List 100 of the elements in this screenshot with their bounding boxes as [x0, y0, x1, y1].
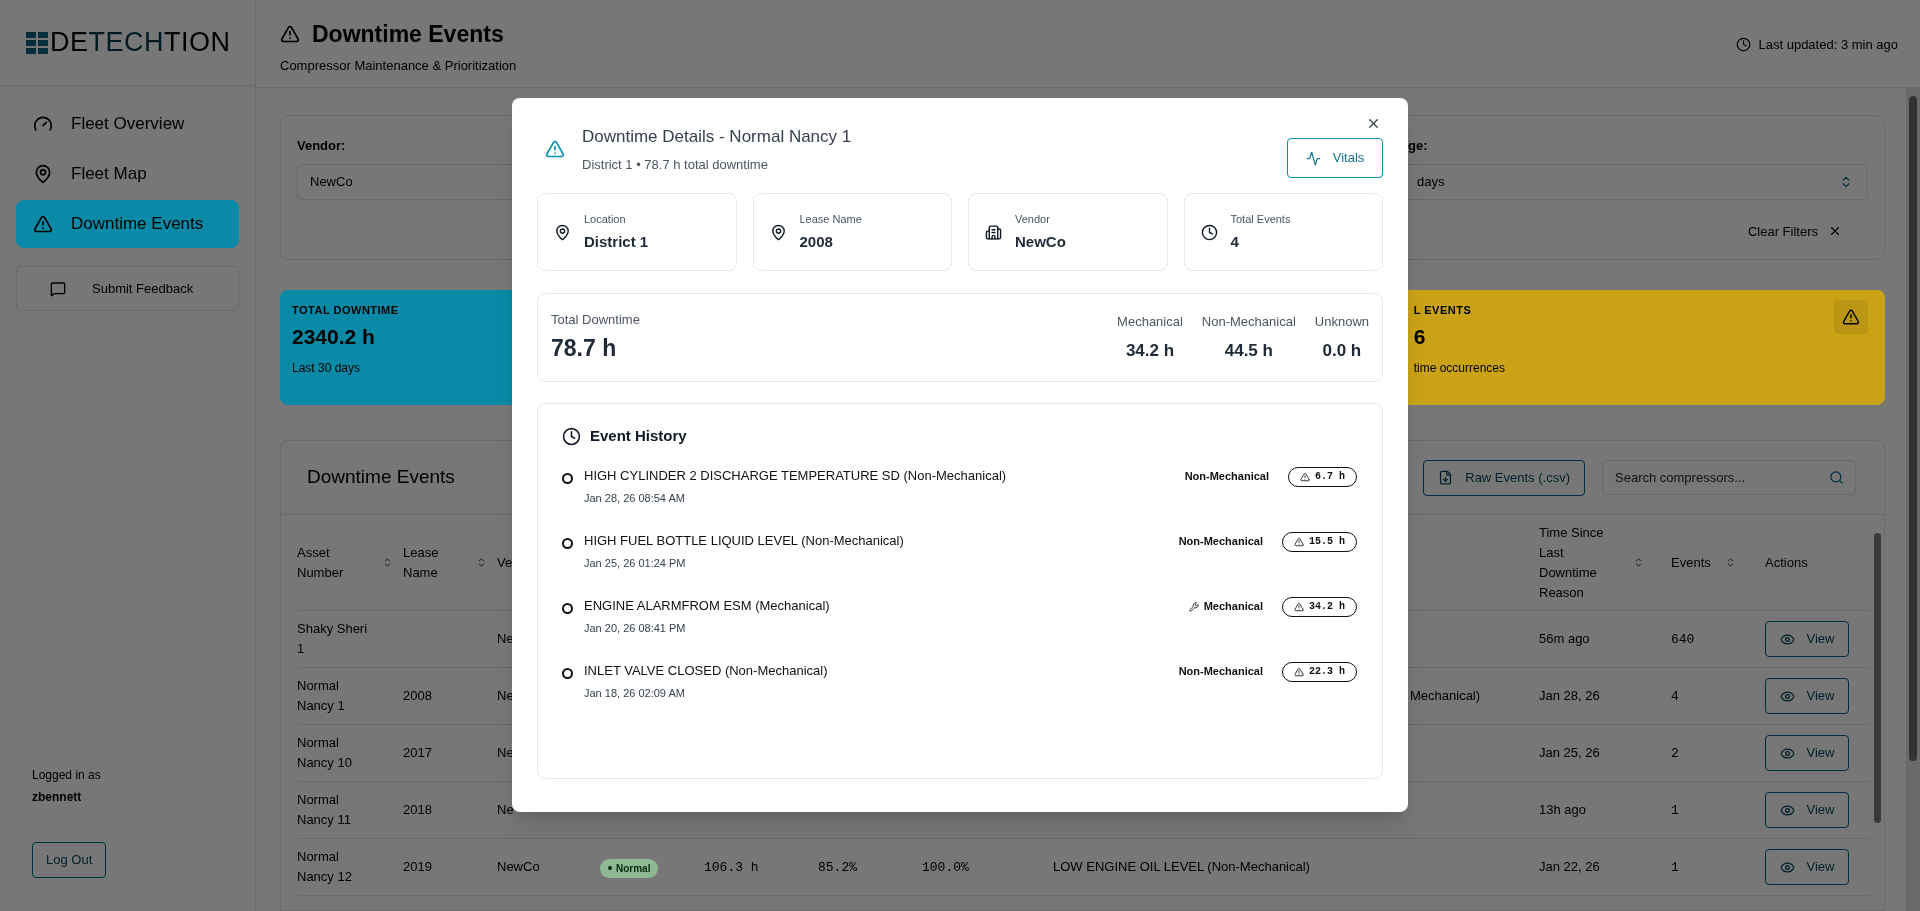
logo-icon	[26, 31, 48, 54]
feedback-button[interactable]: Submit Feedback	[16, 266, 239, 311]
export-button[interactable]: Raw Events (.csv)	[1423, 459, 1585, 496]
eye-icon	[1779, 859, 1795, 875]
column-header: Time Since Last Downtime Reason	[1539, 523, 1605, 602]
pulse-icon	[1305, 150, 1321, 166]
column-header: Actions	[1765, 553, 1808, 572]
view-button[interactable]: View	[1765, 621, 1849, 657]
eye-icon	[1779, 802, 1795, 818]
breakdown-value: 44.5 h	[1224, 340, 1273, 362]
logo-wordmark: TECH	[88, 29, 164, 56]
event-time: Jan 20, 26 08:41 PM	[584, 621, 686, 636]
view-button[interactable]: View	[1765, 849, 1849, 885]
breakdown-label: Mechanical	[1117, 312, 1183, 331]
event-time: Jan 18, 26 02:09 AM	[584, 686, 685, 701]
column-header: Lease Name	[403, 543, 440, 582]
summary-value: 78.7 h	[551, 334, 617, 363]
breakdown-label: Unknown	[1314, 312, 1369, 331]
stat-value: 2340.2 h	[292, 323, 375, 350]
status-badge: Normal	[600, 858, 659, 878]
table-cell: Normal Nancy 11	[297, 792, 351, 827]
warning-icon	[280, 24, 300, 45]
close-icon[interactable]	[1366, 116, 1381, 131]
table-cell: Normal Nancy 12	[297, 849, 352, 884]
event-time: Jan 25, 26 01:24 PM	[584, 556, 686, 571]
breakdown-value: 34.2 h	[1125, 340, 1175, 362]
page-subtitle: Compressor Maintenance & Prioritization	[280, 56, 517, 75]
sort-icon[interactable]	[382, 557, 393, 568]
search-field[interactable]: Search compressors...	[1602, 460, 1856, 495]
info-value: 4	[1230, 231, 1239, 252]
table-cell: 13h ago	[1539, 802, 1586, 817]
table-title: Downtime Events	[307, 465, 455, 490]
table-cell: 106.3 h	[704, 859, 759, 875]
nav-item[interactable]: Fleet Map	[16, 150, 239, 198]
info-label: Location	[584, 212, 626, 227]
eye-icon	[1779, 688, 1795, 704]
stat-label: L EVENTS	[1413, 303, 1472, 318]
sort-icon[interactable]	[1633, 557, 1644, 568]
info-label: Vendor	[1015, 212, 1050, 227]
filter-label: Vendor:	[297, 137, 346, 155]
clear-filters-button[interactable]: Clear Filters	[1747, 221, 1842, 241]
event-title: INLET VALVE CLOSED (Non-Mechanical)	[584, 661, 828, 680]
scrollbar[interactable]	[1873, 533, 1881, 823]
info-label: Total Events	[1230, 212, 1291, 227]
event-category: Non-Mechanical	[1178, 664, 1263, 680]
column-header: Ve	[497, 553, 513, 572]
table-cell: Normal Nancy 10	[297, 735, 352, 770]
table-cell: 2	[1671, 745, 1679, 761]
table-cell: Jan 25, 26	[1539, 745, 1600, 760]
last-updated: Last updated: 3 min ago	[1758, 36, 1898, 54]
table-cell: 4	[1671, 688, 1679, 704]
logo-wordmark: TION	[164, 29, 231, 56]
page-title: Downtime Events	[312, 20, 504, 49]
table-cell: 2008	[403, 688, 432, 703]
clock-icon	[1735, 37, 1751, 53]
event-title: HIGH FUEL BOTTLE LIQUID LEVEL (Non-Mechanical)	[584, 531, 904, 550]
table-cell: 2018	[403, 802, 432, 817]
stat-value: 6	[1413, 323, 1426, 350]
history-title: Event History	[590, 426, 687, 446]
view-button[interactable]: View	[1765, 735, 1849, 771]
sort-icon[interactable]	[476, 557, 487, 568]
info-icon	[1200, 223, 1218, 241]
table-cell: 2017	[403, 745, 432, 760]
nav-item[interactable]: Fleet Overview	[16, 100, 239, 148]
event-category: Mechanical	[1203, 599, 1263, 615]
summary-label: Total Downtime	[551, 310, 640, 329]
file-download-icon	[1438, 470, 1454, 485]
table-cell: Shaky Sheri 1	[297, 621, 368, 656]
info-icon	[985, 223, 1002, 241]
info-value: NewCo	[1015, 231, 1066, 252]
table-cell: Mechanical)	[1410, 688, 1481, 703]
search-icon	[1829, 470, 1844, 485]
eye-icon	[1779, 631, 1795, 647]
nav-item[interactable]: Downtime Events	[16, 200, 239, 248]
table-cell: 85.2%	[818, 859, 857, 875]
info-icon	[769, 223, 787, 241]
column-header: Asset Number	[297, 543, 345, 582]
info-label: Lease Name	[799, 212, 862, 227]
warning-icon	[545, 139, 565, 159]
logout-button[interactable]: Log Out	[32, 842, 107, 878]
nav-icon	[33, 114, 53, 134]
vitals-button[interactable]: Vitals	[1287, 138, 1383, 178]
table-cell: Ne	[497, 802, 514, 817]
info-icon	[554, 223, 571, 241]
scrollbar[interactable]	[1909, 96, 1917, 761]
warning-icon	[1300, 471, 1310, 482]
user-name: zbennett	[32, 789, 82, 806]
table-cell: 1	[1671, 802, 1679, 818]
view-button[interactable]: View	[1765, 678, 1849, 714]
table-cell: Jan 28, 26	[1539, 688, 1600, 703]
info-value: 2008	[799, 231, 833, 252]
view-button[interactable]: View	[1765, 792, 1849, 828]
stat-caption: Last 30 days	[292, 360, 361, 377]
table-cell: NewCo	[497, 859, 540, 874]
event-time: Jan 28, 26 08:54 AM	[584, 491, 685, 506]
table-cell: LOW ENGINE OIL LEVEL (Non-Mechanical)	[1053, 859, 1310, 874]
info-value: District 1	[584, 231, 649, 252]
table-cell: 56m ago	[1539, 631, 1590, 646]
wrench-icon	[1188, 601, 1199, 612]
logo-wordmark: DE	[50, 29, 89, 56]
